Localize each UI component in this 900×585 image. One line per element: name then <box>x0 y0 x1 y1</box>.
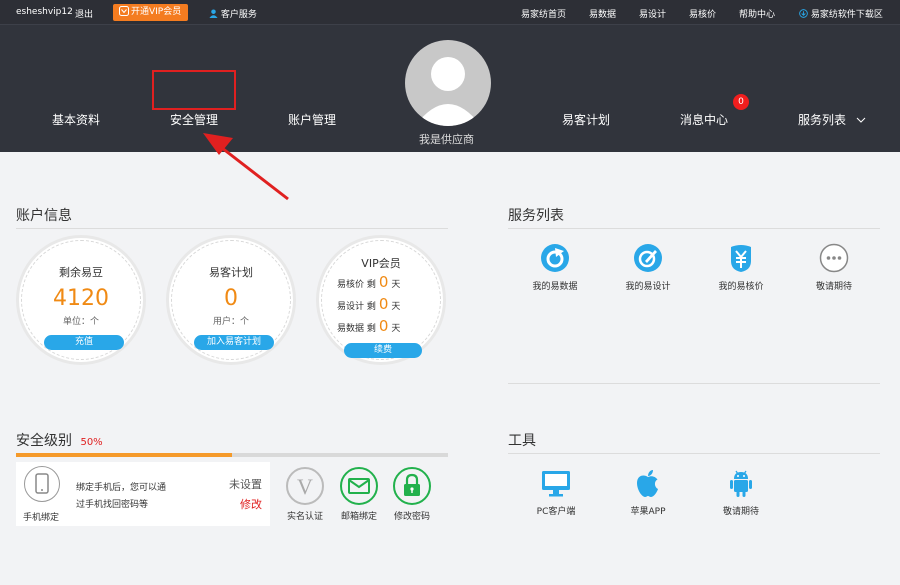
annotation-arrow-icon <box>203 133 289 201</box>
